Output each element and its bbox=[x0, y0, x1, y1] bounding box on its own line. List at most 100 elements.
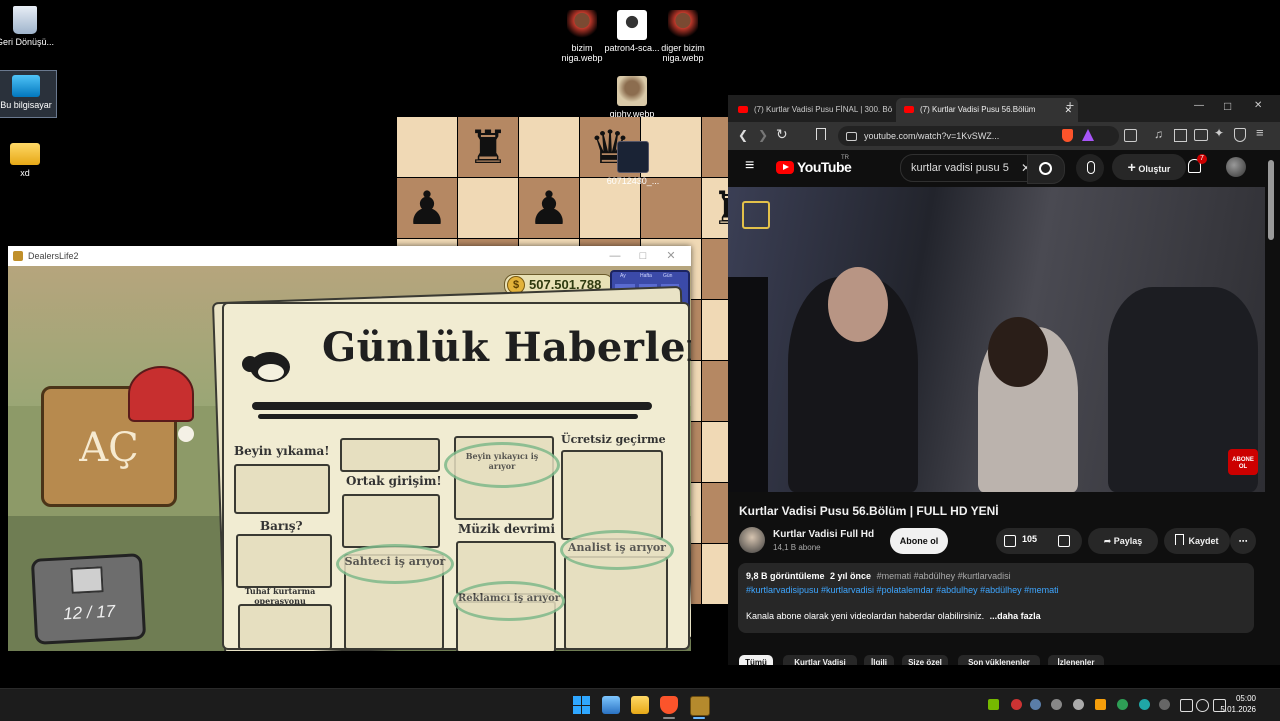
chess-square[interactable] bbox=[702, 483, 729, 543]
hashtags-top[interactable]: #memati #abdülhey #kurtlarvadisi bbox=[877, 571, 1011, 581]
tray-steam-icon[interactable] bbox=[1030, 699, 1041, 710]
volume-icon[interactable] bbox=[1196, 699, 1209, 712]
chess-square[interactable] bbox=[702, 361, 729, 421]
chip-recently-uploaded[interactable]: Son yüklenenler bbox=[958, 655, 1040, 665]
chess-square[interactable] bbox=[702, 422, 729, 482]
scrollbar[interactable] bbox=[1268, 160, 1274, 240]
desktop-icon-file-3[interactable]: diger bizim niga.webp bbox=[653, 10, 713, 63]
taskbar-clock[interactable]: 05:00 5.01.2026 bbox=[1220, 693, 1256, 715]
voice-search-button[interactable] bbox=[1076, 154, 1104, 182]
black-rook-icon[interactable]: ♜ bbox=[458, 117, 518, 177]
browser-window[interactable]: (7) Kurtlar Vadisi Pusu FİNAL | 300. Bö … bbox=[728, 95, 1280, 665]
desktop-icon-file-4[interactable]: giphy.webp bbox=[602, 76, 662, 119]
tray-app-icon[interactable] bbox=[1117, 699, 1128, 710]
menu-icon[interactable]: ≡ bbox=[1256, 125, 1264, 140]
channel-name[interactable]: Kurtlar Vadisi Full Hd bbox=[773, 529, 874, 540]
maximize-icon[interactable]: □ bbox=[629, 246, 657, 266]
desktop-icon-file-5[interactable]: 60712430_... bbox=[603, 141, 663, 186]
job-ad-forger[interactable]: Sahteci iş arıyor bbox=[336, 544, 454, 584]
gallery-icon[interactable] bbox=[602, 696, 620, 714]
desktop-icon-this-pc[interactable]: Bu bilgisayar bbox=[0, 70, 57, 118]
create-button[interactable]: + Oluştur bbox=[1112, 154, 1186, 180]
brave-shield-icon[interactable] bbox=[1062, 129, 1073, 142]
chess-square[interactable] bbox=[702, 544, 729, 604]
chess-square[interactable] bbox=[580, 178, 640, 238]
save-button[interactable]: Kaydet bbox=[1164, 528, 1230, 554]
tray-nvidia-icon[interactable] bbox=[988, 699, 999, 710]
minimize-icon[interactable]: — bbox=[1194, 100, 1204, 111]
media-icon[interactable]: ♫ bbox=[1154, 127, 1163, 141]
share-button[interactable]: ➦ Paylaş bbox=[1088, 528, 1158, 554]
chess-square[interactable] bbox=[458, 178, 518, 238]
article-block[interactable] bbox=[561, 450, 663, 540]
chess-square[interactable] bbox=[397, 117, 457, 177]
tab-kurtlar-56[interactable]: (7) Kurtlar Vadisi Pusu 56.Bölüm ✕ bbox=[896, 98, 1078, 122]
dislike-button[interactable] bbox=[1058, 535, 1070, 547]
video-player[interactable]: ABONE OL bbox=[728, 187, 1265, 492]
game-canvas[interactable]: $ 507.501.788 Ay Hafta Gün 104 3 3 AÇ 12… bbox=[8, 266, 691, 651]
chess-square[interactable] bbox=[519, 117, 579, 177]
dealerslife-taskbar-icon[interactable] bbox=[690, 696, 710, 716]
sidebar-icon[interactable] bbox=[1174, 129, 1187, 142]
chess-square[interactable] bbox=[702, 300, 729, 360]
black-pawn-icon[interactable]: ♟ bbox=[397, 178, 457, 238]
black-pawn-icon[interactable]: ♟ bbox=[519, 178, 579, 238]
start-icon[interactable] bbox=[573, 696, 591, 714]
close-icon[interactable]: ✕ bbox=[1254, 100, 1262, 111]
chip-watched[interactable]: İzlenenler bbox=[1048, 655, 1104, 665]
youtube-logo-text[interactable]: YouTube bbox=[797, 159, 852, 175]
avatar[interactable] bbox=[1226, 157, 1246, 177]
chess-square[interactable] bbox=[702, 117, 729, 177]
brave-rewards-icon[interactable] bbox=[1082, 129, 1094, 141]
subscribe-button[interactable]: Abone ol bbox=[890, 528, 948, 554]
extensions-icon[interactable] bbox=[1124, 129, 1137, 142]
brave-browser-icon[interactable] bbox=[660, 696, 678, 714]
show-more-link[interactable]: ...daha fazla bbox=[990, 611, 1041, 621]
description-box[interactable]: 9,8 B görüntüleme 2 yıl önce #memati #ab… bbox=[738, 563, 1254, 633]
article-block[interactable] bbox=[564, 556, 668, 650]
reload-icon[interactable]: ↻ bbox=[776, 126, 788, 143]
site-info-icon[interactable] bbox=[846, 132, 857, 141]
vpn-icon[interactable] bbox=[1234, 128, 1246, 142]
job-ad-brainwasher[interactable]: Beyin yıkayıcı iş arıyor bbox=[444, 442, 560, 488]
search-input[interactable]: kurtlar vadisi pusu 5 ✕ bbox=[900, 154, 1038, 182]
inventory-counter[interactable]: 12 / 17 bbox=[30, 553, 147, 645]
tray-app-icon[interactable] bbox=[1159, 699, 1170, 710]
like-button[interactable]: 105 bbox=[1004, 534, 1050, 548]
minimize-icon[interactable]: — bbox=[601, 246, 629, 266]
chip-for-you[interactable]: Size özel bbox=[902, 655, 948, 665]
tray-app-icon[interactable] bbox=[1139, 699, 1150, 710]
close-icon[interactable]: ✕ bbox=[657, 246, 685, 266]
file-explorer-icon[interactable] bbox=[631, 696, 649, 714]
article-block[interactable] bbox=[238, 604, 332, 650]
network-icon[interactable] bbox=[1180, 699, 1193, 712]
hamburger-menu-icon[interactable]: ≡ bbox=[745, 157, 754, 175]
tab-kurtlar-final[interactable]: (7) Kurtlar Vadisi Pusu FİNAL | 300. Bö bbox=[730, 98, 914, 122]
dealerslife-window[interactable]: DealersLife2 — □ ✕ $ 507.501.788 Ay Haft… bbox=[8, 246, 691, 651]
channel-avatar[interactable] bbox=[739, 527, 765, 553]
article-block[interactable] bbox=[236, 534, 332, 588]
article-block[interactable] bbox=[234, 464, 330, 514]
article-block[interactable] bbox=[340, 438, 440, 472]
hashtags-links[interactable]: #kurtlarvadisipusu #kurtlarvadisi #polat… bbox=[746, 585, 1059, 595]
address-bar[interactable]: youtube.com/watch?v=1KvSWZ... bbox=[838, 126, 1119, 146]
tray-app-icon[interactable] bbox=[1095, 699, 1106, 710]
ai-icon[interactable]: ✦ bbox=[1214, 126, 1224, 140]
chip-kurtlar-vadisi[interactable]: Kurtlar Vadisi bbox=[783, 655, 857, 665]
more-actions-button[interactable]: ⋯ bbox=[1230, 528, 1256, 554]
tray-app-icon[interactable] bbox=[1051, 699, 1062, 710]
back-icon[interactable]: ❮ bbox=[738, 128, 748, 142]
tray-opera-icon[interactable] bbox=[1011, 699, 1022, 710]
window-titlebar[interactable]: DealersLife2 — □ ✕ bbox=[8, 246, 691, 266]
chess-square[interactable] bbox=[702, 239, 729, 299]
article-block[interactable] bbox=[342, 494, 440, 548]
new-tab-button[interactable]: + bbox=[1066, 97, 1074, 113]
forward-icon[interactable]: ❯ bbox=[758, 128, 768, 142]
chess-square[interactable] bbox=[641, 178, 701, 238]
chip-related[interactable]: İlgili bbox=[864, 655, 894, 665]
tray-app-icon[interactable] bbox=[1073, 699, 1084, 710]
job-ad-advertiser[interactable]: Reklamcı iş arıyor bbox=[453, 581, 565, 621]
desktop-icon-folder-xd[interactable]: xd bbox=[0, 143, 55, 178]
bookmark-icon[interactable] bbox=[816, 128, 826, 140]
wallet-icon[interactable] bbox=[1194, 129, 1208, 141]
